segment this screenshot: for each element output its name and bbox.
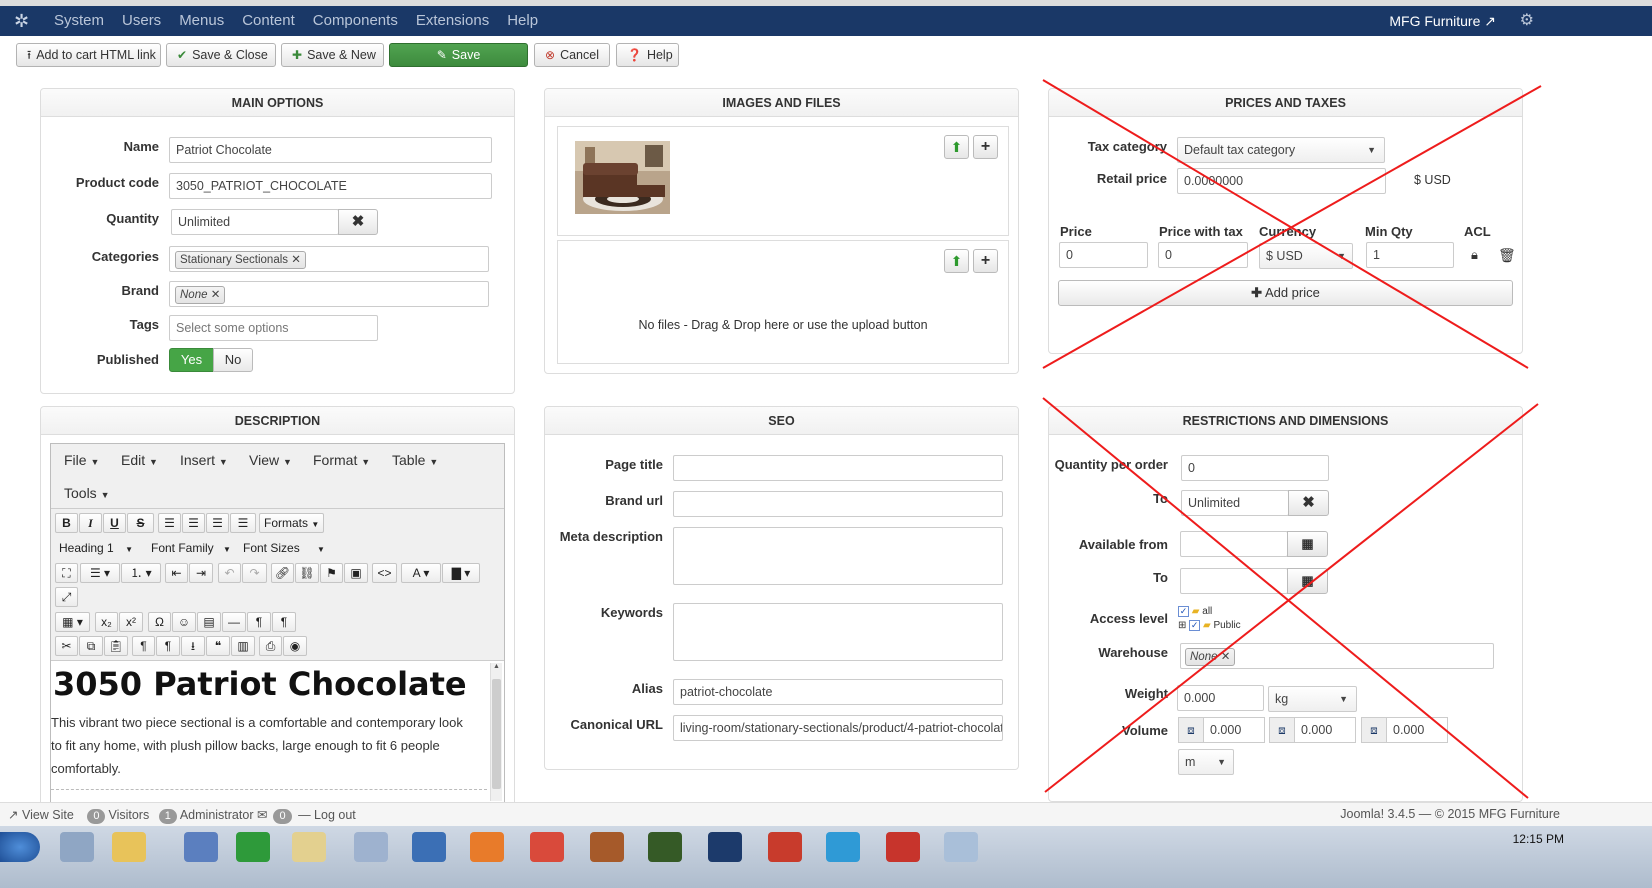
taskbar-clock: 12:15 PM [1512, 832, 1564, 846]
status-bar: ↗ View Site 0 Visitors 1 Administrator ✉ 0 … [0, 802, 1652, 826]
quickbooks-taskbar-icon[interactable] [236, 832, 270, 862]
window-taskbar-icon[interactable] [944, 832, 978, 862]
red-cross-annotations [1042, 79, 1542, 799]
sublime-taskbar-icon[interactable] [590, 832, 624, 862]
ie-taskbar-icon[interactable] [60, 832, 94, 862]
version-text: Joomla! 3.4.5 — © 2015 MFG Furniture [1340, 807, 1560, 821]
firefox-taskbar-icon[interactable] [470, 832, 504, 862]
view-site-link[interactable]: ↗ View Site [8, 808, 74, 822]
cross-prices-line-2 [1042, 85, 1542, 369]
admin-badge: 1 [158, 809, 177, 824]
chrome-taskbar-icon[interactable] [530, 832, 564, 862]
filezilla-taskbar-icon[interactable] [768, 832, 802, 862]
cross-restrictions-line-1 [1042, 397, 1529, 799]
visitors-badge: 0 [87, 809, 106, 824]
minus-icon: — [298, 808, 311, 822]
folder-taskbar-icon[interactable] [292, 832, 326, 862]
start-button[interactable] [0, 832, 40, 862]
dreamweaver-taskbar-icon[interactable] [648, 832, 682, 862]
ftp-taskbar-icon[interactable] [886, 832, 920, 862]
mail-icon[interactable]: ✉ [257, 808, 267, 822]
app-taskbar-icon[interactable] [184, 832, 218, 862]
photoshop-taskbar-icon[interactable] [708, 832, 742, 862]
messages-badge: 0 [273, 809, 292, 824]
cross-restrictions-line-2 [1044, 403, 1539, 793]
explorer-taskbar-icon[interactable] [112, 832, 146, 862]
admin-label[interactable]: Administrator [180, 808, 254, 822]
visitors-label[interactable]: Visitors [108, 808, 149, 822]
mail-taskbar-icon[interactable] [354, 832, 388, 862]
network-taskbar-icon[interactable] [412, 832, 446, 862]
skype-taskbar-icon[interactable] [826, 832, 860, 862]
view-site-label: View Site [21, 808, 74, 822]
cross-prices-line-1 [1042, 79, 1529, 369]
taskbar: 12:15 PM [0, 826, 1652, 888]
external-link-icon: ↗ [8, 808, 19, 822]
status-left: ↗ View Site 0 Visitors 1 Administrator ✉ 0 … [8, 807, 356, 824]
logout-link[interactable]: Log out [314, 808, 356, 822]
